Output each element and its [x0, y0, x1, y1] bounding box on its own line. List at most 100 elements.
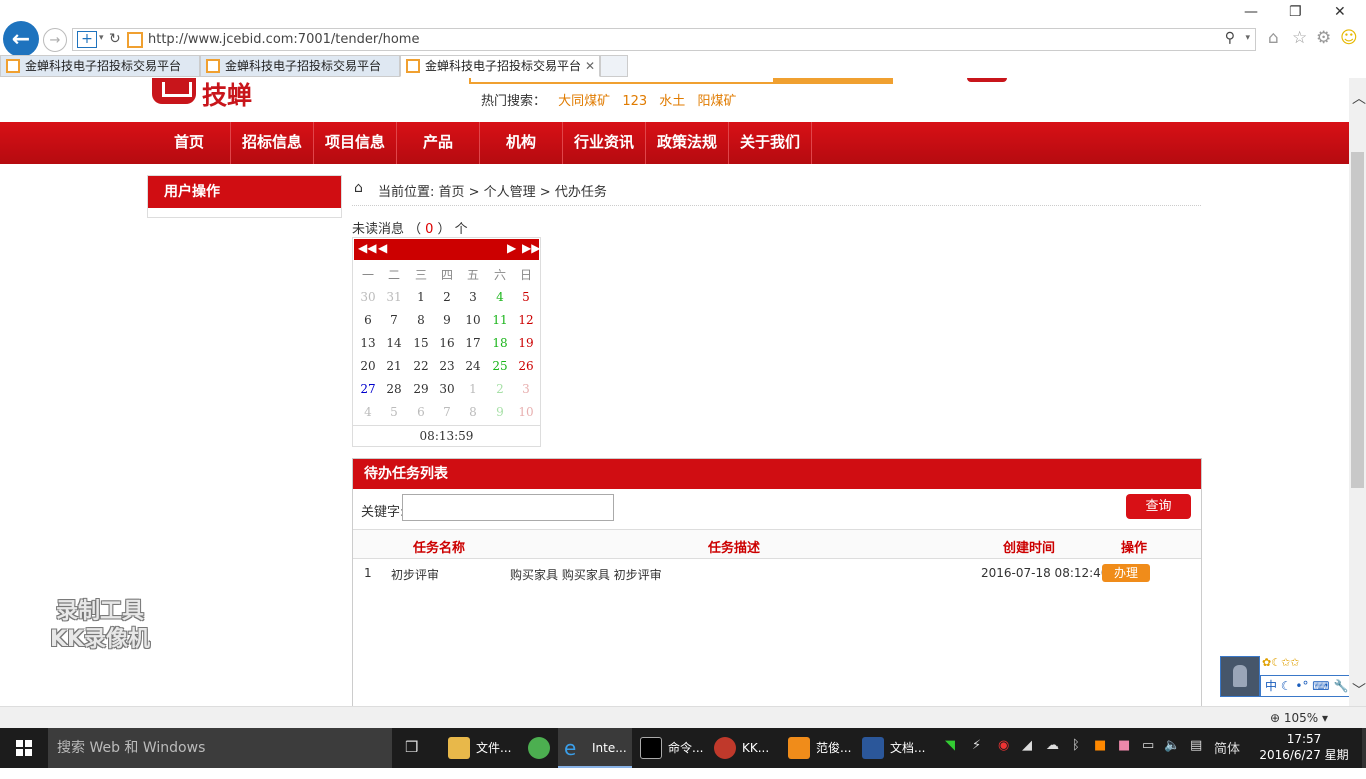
hot-search-link[interactable]: 大同煤矿	[558, 94, 610, 109]
calendar-day[interactable]: 12	[513, 313, 539, 327]
calendar-day[interactable]: 1	[408, 290, 434, 304]
network-icon[interactable]: ⚡	[972, 738, 981, 753]
chevron-down-icon[interactable]: ▾	[1245, 33, 1250, 43]
home-icon[interactable]: ⌂	[1268, 28, 1279, 48]
taskbar-clock[interactable]: 17:57 2016/6/27 星期一	[1254, 731, 1354, 779]
calendar-day[interactable]: 8	[460, 405, 486, 419]
calendar-day[interactable]: 26	[513, 359, 539, 373]
ime-lang[interactable]: 中	[1265, 679, 1277, 693]
taskbar-app-cmd[interactable]: 命令...	[634, 728, 708, 768]
calendar-day[interactable]: 7	[381, 313, 407, 327]
nav-item-home[interactable]: 首页	[148, 122, 231, 164]
prev-month-icon[interactable]: ◀	[378, 241, 387, 255]
calendar-day[interactable]: 13	[355, 336, 381, 350]
cloud-icon[interactable]: ☁	[1046, 738, 1059, 753]
site-logo[interactable]: 技蝉	[152, 78, 270, 110]
ime-skin-icons[interactable]: ✿☾✩✩	[1262, 656, 1300, 669]
chevron-up-icon[interactable]: ︿	[1352, 88, 1366, 108]
chevron-down-icon[interactable]: ﹀	[1352, 680, 1366, 700]
taskbar-app-ie[interactable]: e Inte...	[558, 728, 632, 768]
handle-button[interactable]: 办理	[1102, 564, 1150, 582]
calendar-day[interactable]: 15	[408, 336, 434, 350]
wifi-icon[interactable]: ◥	[945, 738, 955, 753]
next-month-icon[interactable]: ▶	[507, 241, 516, 255]
hot-search-link[interactable]: 水土	[659, 94, 685, 109]
calendar-day[interactable]: 2	[434, 290, 460, 304]
prev-year-icon[interactable]: ◀◀	[358, 241, 376, 255]
taskbar-app-doc1[interactable]: 范俊...	[782, 728, 856, 768]
hot-search-link[interactable]: 123	[622, 94, 647, 109]
favorites-star-icon[interactable]: ☆	[1292, 28, 1307, 48]
calendar-day[interactable]: 8	[408, 313, 434, 327]
browser-tab-active[interactable]: 金蝉科技电子招投标交易平台 ✕	[400, 55, 600, 77]
notifications-icon[interactable]: ▤	[1190, 738, 1202, 753]
ime-avatar[interactable]	[1220, 656, 1260, 697]
antivirus-icon[interactable]: ◉	[998, 738, 1009, 753]
smiley-feedback-icon[interactable]: ☺	[1340, 28, 1358, 48]
signal-icon[interactable]: ◢	[1022, 738, 1032, 753]
calendar-day[interactable]: 6	[355, 313, 381, 327]
refresh-icon[interactable]: ↻	[109, 31, 121, 47]
ime-status-bar[interactable]: 中 ☾ •° ⌨ 🔧	[1260, 675, 1349, 697]
nav-item-policies[interactable]: 政策法规	[646, 122, 729, 164]
calendar-day[interactable]: 30	[434, 382, 460, 396]
show-desktop-button[interactable]	[1362, 728, 1366, 768]
calendar-day[interactable]: 16	[434, 336, 460, 350]
calendar-day[interactable]: 30	[355, 290, 381, 304]
calendar-day[interactable]: 10	[513, 405, 539, 419]
calendar-day[interactable]: 17	[460, 336, 486, 350]
home-icon[interactable]: ⌂	[354, 180, 363, 196]
calendar-day[interactable]: 14	[381, 336, 407, 350]
site-search-box[interactable]	[469, 78, 893, 84]
nav-item-news[interactable]: 行业资讯	[563, 122, 646, 164]
back-button[interactable]: ←	[3, 21, 39, 57]
search-icon[interactable]: ⚲	[1225, 30, 1235, 46]
nav-item-about[interactable]: 关于我们	[729, 122, 812, 164]
address-bar[interactable]: + ▾ ↻ http://www.jcebid.com:7001/tender/…	[72, 28, 1256, 51]
calendar-day[interactable]: 31	[381, 290, 407, 304]
calendar-day[interactable]: 11	[487, 313, 513, 327]
header-login-badge[interactable]	[967, 78, 1007, 82]
calendar-day[interactable]: 5	[513, 290, 539, 304]
keyword-input[interactable]	[402, 494, 614, 521]
calendar-day[interactable]: 9	[487, 405, 513, 419]
calendar-day[interactable]: 24	[460, 359, 486, 373]
nav-item-products[interactable]: 产品	[397, 122, 480, 164]
battery-icon[interactable]: ▭	[1142, 738, 1154, 753]
site-search-button[interactable]	[773, 78, 891, 82]
calendar-day[interactable]: 4	[487, 290, 513, 304]
calendar-day[interactable]: 7	[434, 405, 460, 419]
compat-view-icon[interactable]: +	[77, 31, 97, 48]
unread-messages[interactable]: 未读消息 （0） 个	[352, 218, 468, 237]
taskbar-app-files[interactable]: 文件...	[442, 728, 522, 768]
chevron-down-icon[interactable]: ▾	[99, 33, 104, 43]
calendar-day[interactable]: 2	[487, 382, 513, 396]
forward-button[interactable]: →	[43, 28, 67, 52]
calendar-day[interactable]: 21	[381, 359, 407, 373]
nav-item-projects[interactable]: 项目信息	[314, 122, 397, 164]
calendar-day[interactable]: 25	[487, 359, 513, 373]
browser-tab[interactable]: 金蝉科技电子招投标交易平台	[0, 55, 200, 77]
calendar-day[interactable]: 3	[460, 290, 486, 304]
taskbar-app-kk[interactable]: KK...	[708, 728, 782, 768]
bluetooth-icon[interactable]: ᛒ	[1072, 738, 1080, 753]
breadcrumb-text[interactable]: 当前位置: 首页 > 个人管理 > 代办任务	[378, 181, 607, 200]
gear-icon[interactable]: ⚙	[1316, 28, 1331, 48]
page-scrollbar[interactable]: ︿ ﹀	[1349, 78, 1366, 706]
app-tray-icon[interactable]: ■	[1118, 738, 1130, 753]
close-icon[interactable]: ✕	[1334, 4, 1346, 20]
calendar-day[interactable]: 1	[460, 382, 486, 396]
calendar-day[interactable]: 28	[381, 382, 407, 396]
calendar-day[interactable]: 27	[355, 382, 381, 396]
table-row[interactable]: 1 初步评审 购买家具 购买家具 初步评审 2016-07-18 08:12:4…	[353, 559, 1201, 589]
ime-moon-icon[interactable]: ☾ •° ⌨ 🔧	[1281, 679, 1349, 693]
taskbar-search[interactable]: 搜索 Web 和 Windows	[48, 728, 392, 768]
nav-item-agencies[interactable]: 机构	[480, 122, 563, 164]
url-text[interactable]: http://www.jcebid.com:7001/tender/home	[148, 32, 419, 47]
calendar-day[interactable]: 18	[487, 336, 513, 350]
calendar-day[interactable]: 6	[408, 405, 434, 419]
calendar-day[interactable]: 19	[513, 336, 539, 350]
calendar-day[interactable]: 29	[408, 382, 434, 396]
restore-icon[interactable]: ❐	[1289, 4, 1302, 20]
taskbar-app-browser2[interactable]	[522, 728, 558, 768]
